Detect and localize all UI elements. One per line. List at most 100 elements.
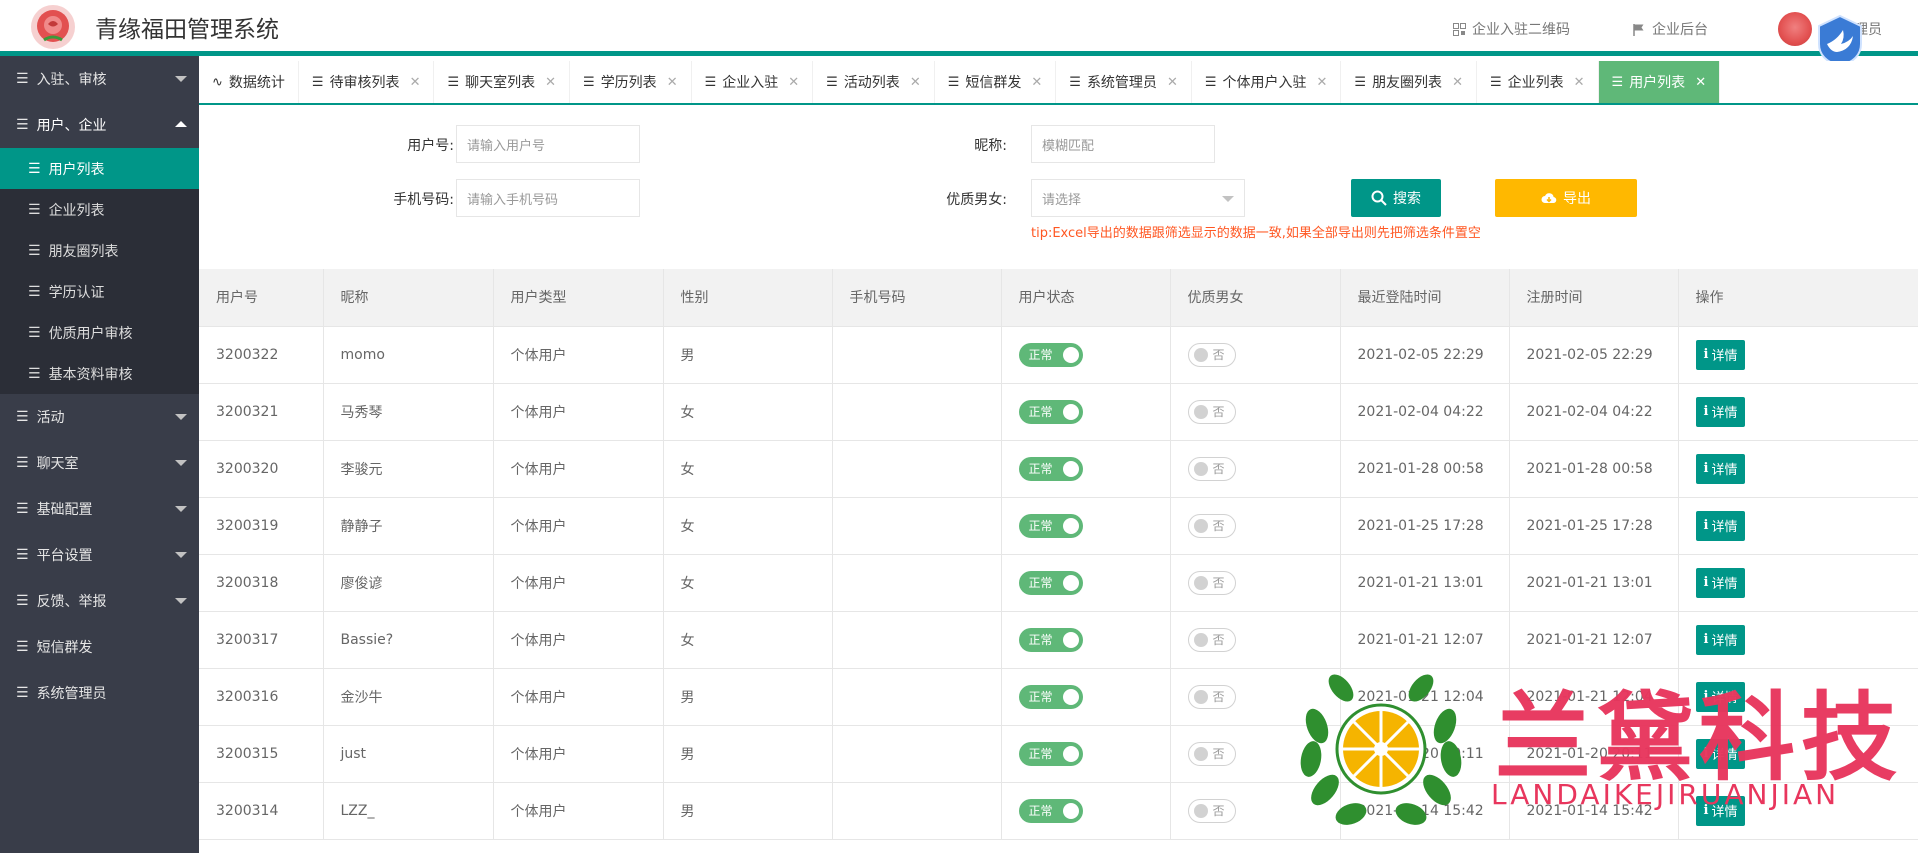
sidebar-group-platform-settings[interactable]: ☰ 平台设置 — [0, 532, 199, 578]
close-icon[interactable]: ✕ — [1695, 75, 1706, 90]
detail-button[interactable]: i 详情 — [1695, 510, 1746, 541]
cell-nickname: LZZ_ — [323, 782, 494, 840]
cell-user-no: 3200322 — [199, 326, 324, 384]
status-toggle[interactable]: 正常 — [1018, 741, 1083, 766]
search-button[interactable]: 搜索 — [1351, 179, 1441, 217]
tab-pending-review[interactable]: ☰ 待审核列表 ✕ — [299, 61, 435, 103]
sidebar-item-moments-list[interactable]: ☰ 朋友圈列表 — [0, 230, 199, 271]
detail-button[interactable]: i 详情 — [1695, 795, 1746, 826]
cell-gender: 男 — [663, 668, 833, 726]
tab-individual-onboarding[interactable]: ☰ 个体用户入驻 ✕ — [1192, 61, 1342, 103]
rose-logo-icon[interactable] — [30, 4, 76, 50]
cell-registered: 2021-01-21 12:07 — [1509, 611, 1679, 669]
status-toggle[interactable]: 正常 — [1018, 798, 1083, 823]
close-icon[interactable]: ✕ — [910, 75, 921, 90]
close-icon[interactable]: ✕ — [1167, 75, 1178, 90]
tab-activity-list[interactable]: ☰ 活动列表 ✕ — [813, 61, 935, 103]
sidebar-item-education-auth[interactable]: ☰ 学历认证 — [0, 271, 199, 312]
user-no-input[interactable]: 请输入用户号 — [456, 125, 640, 163]
phone-input[interactable]: 请输入手机号码 — [456, 179, 640, 217]
close-icon[interactable]: ✕ — [1317, 75, 1328, 90]
quality-toggle[interactable]: 否 — [1187, 456, 1236, 481]
sidebar-group-basic-config[interactable]: ☰ 基础配置 — [0, 486, 199, 532]
tab-label: 短信群发 — [965, 75, 1022, 91]
sidebar-item-quality-review[interactable]: ☰ 优质用户审核 — [0, 312, 199, 353]
sidebar-group-label: 聊天室 — [36, 456, 79, 472]
sidebar-item-admins[interactable]: ☰ 系统管理员 — [0, 670, 199, 716]
quality-toggle-label: 否 — [1212, 519, 1225, 533]
quality-toggle[interactable]: 否 — [1187, 627, 1236, 652]
detail-button[interactable]: i 详情 — [1695, 453, 1746, 484]
sidebar-group-onboarding[interactable]: ☰ 入驻、审核 — [0, 56, 199, 102]
cell-user-no: 3200317 — [199, 611, 324, 669]
export-tip: tip:Excel导出的数据跟筛选显示的数据一致,如果全部导出则先把筛选条件置空 — [1031, 226, 1481, 241]
user-avatar[interactable] — [1778, 12, 1812, 46]
nickname-input[interactable]: 模糊匹配 — [1031, 125, 1215, 163]
sidebar-group-users[interactable]: ☰ 用户、企业 — [0, 102, 199, 148]
quality-toggle[interactable]: 否 — [1187, 513, 1236, 538]
col-header-actions: 操作 — [1678, 269, 1918, 327]
tab-chatroom-list[interactable]: ☰ 聊天室列表 ✕ — [434, 61, 571, 103]
tab-enterprise-list[interactable]: ☰ 企业列表 ✕ — [1477, 61, 1599, 103]
close-icon[interactable]: ✕ — [1452, 75, 1463, 90]
tab-user-list[interactable]: ☰ 用户列表 ✕ — [1598, 61, 1721, 103]
cell-registered: 2021-01-28 00:58 — [1509, 440, 1679, 498]
close-icon[interactable]: ✕ — [545, 75, 556, 90]
sidebar-item-sms[interactable]: ☰ 短信群发 — [0, 624, 199, 670]
status-toggle[interactable]: 正常 — [1018, 513, 1083, 538]
status-toggle-label: 正常 — [1028, 405, 1053, 419]
sidebar-item-profile-review[interactable]: ☰ 基本资料审核 — [0, 353, 199, 394]
tab-admins[interactable]: ☰ 系统管理员 ✕ — [1056, 61, 1192, 103]
quality-toggle[interactable]: 否 — [1187, 798, 1236, 823]
quality-toggle[interactable]: 否 — [1187, 570, 1236, 595]
tab-sms[interactable]: ☰ 短信群发 ✕ — [935, 61, 1057, 103]
qr-code-link[interactable]: 企业入驻二维码 — [1453, 19, 1570, 39]
close-icon[interactable]: ✕ — [667, 75, 678, 90]
close-icon[interactable]: ✕ — [410, 75, 421, 90]
sidebar-group-chatroom[interactable]: ☰ 聊天室 — [0, 440, 199, 486]
quality-toggle[interactable]: 否 — [1187, 342, 1236, 367]
detail-button-label: 详情 — [1711, 577, 1738, 592]
sidebar-item-user-list[interactable]: ☰ 用户列表 — [0, 148, 199, 189]
quality-toggle[interactable]: 否 — [1187, 684, 1236, 709]
status-toggle[interactable]: 正常 — [1018, 684, 1083, 709]
detail-button[interactable]: i 详情 — [1695, 339, 1746, 370]
detail-button[interactable]: i 详情 — [1695, 681, 1746, 712]
detail-button[interactable]: i 详情 — [1695, 567, 1746, 598]
detail-button-label: 详情 — [1711, 634, 1738, 649]
cell-user-no: 3200321 — [199, 383, 324, 441]
close-icon[interactable]: ✕ — [1574, 75, 1585, 90]
cell-actions: i 详情 — [1678, 782, 1918, 840]
sidebar-group-activity[interactable]: ☰ 活动 — [0, 394, 199, 440]
list-icon: ☰ — [28, 160, 41, 177]
quality-toggle[interactable]: 否 — [1187, 399, 1236, 424]
enterprise-backend-link[interactable]: 企业后台 — [1632, 19, 1708, 39]
status-toggle[interactable]: 正常 — [1018, 570, 1083, 595]
status-toggle[interactable]: 正常 — [1018, 456, 1083, 481]
detail-button[interactable]: i 详情 — [1695, 738, 1746, 769]
cell-last-login: 2021-01-20 20:11 — [1340, 725, 1510, 783]
detail-button[interactable]: i 详情 — [1695, 624, 1746, 655]
sidebar-group-feedback[interactable]: ☰ 反馈、举报 — [0, 578, 199, 624]
tab-moments-list[interactable]: ☰ 朋友圈列表 ✕ — [1341, 61, 1477, 103]
status-toggle-label: 正常 — [1028, 576, 1053, 590]
close-icon[interactable]: ✕ — [788, 75, 799, 90]
cell-gender: 女 — [663, 383, 833, 441]
export-button[interactable]: 导出 — [1495, 179, 1637, 217]
tab-education-list[interactable]: ☰ 学历列表 ✕ — [570, 61, 692, 103]
quality-select[interactable]: 请选择 — [1031, 179, 1245, 217]
sidebar-item-label: 朋友圈列表 — [48, 243, 119, 260]
close-icon[interactable]: ✕ — [1031, 75, 1042, 90]
detail-button[interactable]: i 详情 — [1695, 396, 1746, 427]
status-toggle[interactable]: 正常 — [1018, 399, 1083, 424]
cell-user-type: 个体用户 — [493, 782, 664, 840]
qr-icon — [1453, 22, 1466, 36]
info-icon: i — [1703, 632, 1709, 647]
tab-data-stats[interactable]: ∿ 数据统计 — [199, 61, 299, 103]
quality-toggle[interactable]: 否 — [1187, 741, 1236, 766]
tab-enterprise-onboarding[interactable]: ☰ 企业入驻 ✕ — [692, 61, 814, 103]
cell-phone — [832, 497, 1002, 555]
sidebar-item-enterprise-list[interactable]: ☰ 企业列表 — [0, 189, 199, 230]
status-toggle[interactable]: 正常 — [1018, 342, 1083, 367]
status-toggle[interactable]: 正常 — [1018, 627, 1083, 652]
